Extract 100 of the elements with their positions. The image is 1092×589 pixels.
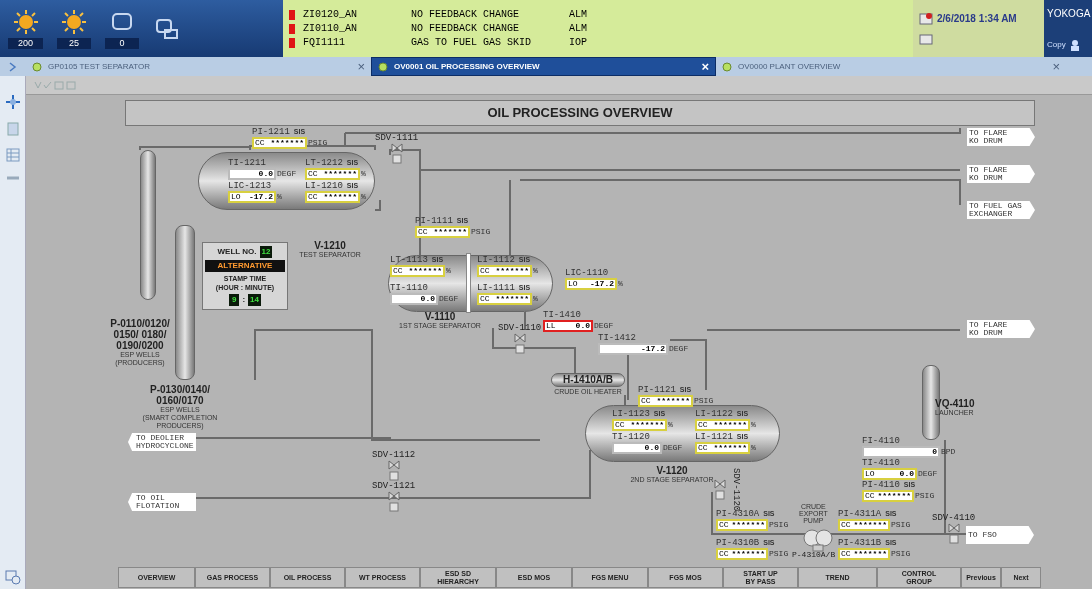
unit-label: % (277, 191, 282, 203)
close-icon[interactable]: × (701, 56, 709, 77)
alarm-tag[interactable]: FQI1111 (303, 36, 403, 49)
alarm-message[interactable]: GAS TO FUEL GAS SKID (411, 36, 561, 49)
status-code: CC (841, 550, 851, 558)
monitor-icon[interactable] (919, 34, 933, 46)
copy-button[interactable]: Copy (1047, 39, 1066, 51)
alarm-type[interactable]: ALM (569, 22, 587, 35)
instrument-tag: TI-1412 (598, 333, 636, 343)
instrument-tag: PI-1121 (638, 385, 676, 395)
off-page-connector[interactable]: TO OIL FLOTATION (128, 493, 196, 511)
pump-icon (803, 528, 833, 552)
off-page-connector[interactable]: TO FLARE KO DRUM (967, 320, 1035, 338)
tab[interactable]: OV0000 PLANT OVERVIEW × (716, 57, 1066, 76)
instrument-tag: PI-4311A (838, 509, 882, 519)
instrument-tag: TI-1120 (612, 432, 650, 442)
sun-icon[interactable] (12, 8, 39, 35)
status-code: CC (698, 421, 708, 429)
crosshair-icon[interactable] (4, 94, 21, 110)
equipment-tag: P-4310A/B (792, 549, 836, 561)
status-icon[interactable] (919, 12, 933, 25)
status-code: LL (546, 322, 556, 330)
priority-marker (289, 23, 295, 34)
value-text: 0.0 (899, 470, 914, 478)
value-text: 0.0 (644, 444, 659, 452)
pipe (374, 199, 381, 211)
value-text: ******* (323, 193, 357, 201)
alarm-type[interactable]: ALM (569, 8, 587, 21)
instrument-tag: LT-1113 (390, 255, 428, 265)
chevron-icon[interactable] (9, 61, 17, 72)
well-number: 12 (259, 246, 273, 258)
priority-marker (289, 9, 295, 20)
instrument-tag: LIC-1110 (565, 268, 609, 278)
status-code: CC (418, 228, 428, 236)
off-page-connector[interactable]: TO FSO (966, 526, 1034, 544)
instrument-tag: LI-1122 (695, 409, 733, 419)
valve-icon[interactable] (948, 522, 960, 544)
instrument-tag: TI-1410 (543, 310, 581, 320)
close-icon[interactable]: × (1052, 56, 1060, 77)
value-text: ******* (323, 170, 357, 178)
off-page-connector[interactable]: TO FLARE KO DRUM (967, 165, 1035, 183)
alarm-tag[interactable]: ZI0110_AN (303, 22, 403, 35)
off-page-connector[interactable]: TO FUEL GAS EXCHANGER (967, 201, 1035, 219)
value-text: ******* (713, 444, 747, 452)
valve-icon[interactable] (514, 332, 526, 354)
status-code: CC (480, 295, 490, 303)
value-text: ******* (433, 228, 467, 236)
unit-label: % (618, 278, 623, 290)
valve-icon[interactable] (388, 459, 400, 481)
alarm-message[interactable]: NO FEEDBACK CHANGE (411, 22, 561, 35)
equipment-tag: P-0110/0120/ 0150/ 0180/ 0190/0200 (110, 318, 170, 351)
value-text: ******* (630, 421, 664, 429)
instrument-tag: TI-1211 (228, 158, 266, 168)
equipment-tag: V-1210 (314, 240, 346, 251)
instrument-tag: PI-4110 (862, 480, 900, 490)
status-code: CC (719, 521, 729, 529)
tab[interactable]: GP0105 TEST SEPARATOR × (26, 57, 371, 76)
value-text: ******* (877, 492, 911, 500)
value-text: 0 (932, 448, 937, 456)
alarm-count: 200 (8, 37, 44, 49)
unit-label: % (533, 293, 538, 305)
alarm-type[interactable]: IOP (569, 36, 587, 49)
unit-label: % (533, 265, 538, 277)
unit-label: PSIG (769, 548, 789, 560)
value-text: 0.0 (258, 170, 273, 178)
instrument-tag: LI-1121 (695, 432, 733, 442)
instrument-tag: LI-1123 (612, 409, 650, 419)
status-code: CC (255, 139, 265, 147)
instrument-tag: TI-1110 (390, 283, 428, 293)
status-code: CC (641, 397, 651, 405)
status-code: CC (698, 444, 708, 452)
off-page-connector[interactable]: TO DEOLIER HYDROCYCLONE (128, 433, 196, 451)
valve-icon[interactable] (714, 478, 726, 500)
page-title: OIL PROCESSING OVERVIEW (125, 100, 1035, 126)
tab[interactable]: OV0001 OIL PROCESSING OVERVIEW × (371, 57, 716, 76)
alarm-count: 25 (57, 37, 92, 49)
well-label: WELL NO. (217, 246, 257, 258)
status-code: LO (865, 470, 875, 478)
valve-icon[interactable] (388, 490, 400, 512)
valve-icon[interactable] (391, 142, 403, 164)
valve-tag: SDV-1110 (498, 322, 542, 336)
priority-marker (289, 37, 295, 48)
alarm-count: 0 (105, 37, 140, 49)
instrument-tag: LT-1212 (305, 158, 343, 168)
equipment-tag: P-0130/0140/ 0160/0170 (149, 384, 211, 406)
value-text: 0.0 (420, 295, 435, 303)
value-text: ******* (713, 421, 747, 429)
minute-value: 14 (248, 294, 261, 306)
equipment-tag: V-1120 (656, 465, 688, 476)
instrument-tag: LIC-1213 (228, 181, 272, 191)
sun-icon[interactable] (61, 8, 88, 35)
value-text: ******* (495, 295, 529, 303)
alarm-message[interactable]: NO FEEDBACK CHANGE (411, 8, 561, 21)
history-icon[interactable] (5, 569, 21, 585)
off-page-connector[interactable]: TO FLARE KO DRUM (967, 128, 1035, 146)
unit-label: DEGF (594, 320, 614, 332)
equipment-tag: V-1110 (424, 311, 456, 322)
close-icon[interactable]: × (357, 56, 365, 77)
alarm-tag[interactable]: ZI0120_AN (303, 8, 403, 21)
value-text: ******* (853, 550, 887, 558)
